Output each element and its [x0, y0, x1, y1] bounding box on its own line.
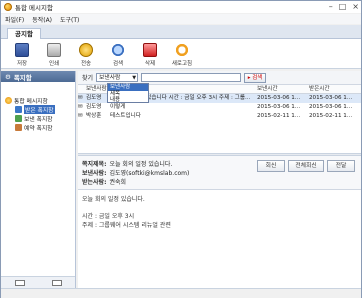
body-line: 주제 : 그룹웨어 시스템 리뉴얼 관련 — [82, 222, 171, 229]
subject-label: 쪽지제목: — [82, 161, 107, 168]
reply-button[interactable]: 회신 — [257, 160, 285, 172]
column-header-sent[interactable]: 보낸시간 — [257, 85, 309, 93]
main-pane: 찾기 보낸사람 ▼ ▸ 검색 보낸사람 제목 내용 보낸사람 제목 보낸시간 받… — [78, 71, 361, 288]
receiver-value: 권숙희 — [109, 179, 127, 186]
menu-action[interactable]: 동작(A) — [32, 15, 52, 24]
minimize-icon[interactable]: – — [329, 2, 333, 11]
column-header-received[interactable]: 받은시간 — [309, 85, 361, 93]
sender-label: 보낸사람: — [82, 170, 107, 177]
column-header-sender[interactable]: 보낸사람 — [86, 85, 108, 93]
close-icon[interactable]: × — [352, 2, 359, 11]
gear-icon: ⚙ — [5, 72, 11, 81]
sidebar-footer — [1, 276, 75, 288]
dropdown-option[interactable]: 내용 — [108, 97, 148, 104]
table-row[interactable]: ✉ 김도영 이렇게 2015-03-06 1... 2015-03-06 1..… — [78, 103, 361, 112]
tab-strip: 공지함 — [1, 25, 361, 39]
sender-value: 김도영(softki@kmslab.com) — [109, 170, 190, 177]
status-bar — [1, 288, 361, 298]
save-button[interactable]: 저장 — [9, 39, 35, 69]
view-toggle-right-icon[interactable] — [51, 279, 62, 286]
search-button[interactable]: 검색 — [105, 39, 131, 69]
tab-notice[interactable]: 공지함 — [7, 28, 41, 39]
search-field-select[interactable]: 보낸사람 ▼ — [96, 73, 139, 82]
forward-button[interactable]: 전달 — [327, 160, 355, 172]
send-icon — [79, 43, 93, 57]
search-input[interactable] — [141, 73, 242, 82]
view-toggle-left-icon[interactable] — [14, 279, 25, 286]
app-window: 통합 메시지함 – □ × 파일(F) 동작(A) 도구(T) 공지함 저장 인… — [0, 0, 362, 298]
print-icon — [47, 43, 61, 57]
refresh-icon — [175, 43, 189, 57]
toolbar: 저장 인쇄 전송 검색 삭제 새로고침 — [1, 39, 361, 69]
sidebar: ⚙ 폭지함 통합 메시지함 받은 폭지함 보낸 폭지함 예약 폭지함 — [1, 71, 76, 288]
envelope-icon: ✉ — [78, 104, 83, 110]
subject-value: 오늘 회의 일정 있습니다. — [109, 161, 173, 168]
maximize-icon[interactable]: □ — [339, 2, 347, 11]
menu-bar: 파일(F) 동작(A) 도구(T) — [1, 14, 361, 24]
receiver-label: 받는사람: — [82, 179, 107, 186]
save-icon — [15, 43, 29, 57]
table-row[interactable]: ✉ 박상훈 테스트입니다 2015-02-11 1... 2015-02-11 … — [78, 112, 361, 121]
search-icon — [111, 43, 125, 57]
title-bar: 통합 메시지함 – □ × — [1, 1, 361, 13]
body-line: 오늘 회의 일정 있습니다. — [82, 196, 145, 203]
message-actions: 회신 전체회신 전달 — [257, 160, 355, 172]
message-header: 쪽지제목: 오늘 회의 일정 있습니다. 보낸사람: 김도영(softki@km… — [78, 156, 361, 190]
chevron-down-icon: ▼ — [132, 75, 137, 81]
mailbox-icon — [5, 97, 12, 104]
delete-button[interactable]: 삭제 — [137, 39, 163, 69]
app-logo-icon — [4, 3, 12, 11]
tree-item-inbox[interactable]: 받은 폭지함 — [5, 105, 75, 114]
sent-icon — [15, 115, 22, 122]
print-button[interactable]: 인쇄 — [41, 39, 67, 69]
menu-tools[interactable]: 도구(T) — [60, 15, 79, 24]
envelope-icon: ✉ — [78, 95, 83, 101]
refresh-button[interactable]: 새로고침 — [169, 39, 195, 69]
search-label: 찾기 — [82, 75, 94, 82]
message-body: 오늘 회의 일정 있습니다. 시간 : 금일 오후 3시 주제 : 그룹웨어 시… — [82, 195, 352, 230]
search-submit-button[interactable]: ▸ 검색 — [244, 72, 267, 83]
window-title: 통합 메시지함 — [15, 4, 53, 12]
window-controls: – □ × — [329, 2, 359, 11]
envelope-icon: ✉ — [78, 113, 83, 119]
sidebar-title: 폭지함 — [13, 73, 32, 82]
send-button[interactable]: 전송 — [73, 39, 99, 69]
body-line: 시간 : 금일 오후 3시 — [82, 213, 135, 220]
menu-file[interactable]: 파일(F) — [5, 15, 24, 24]
inbox-icon — [15, 106, 22, 113]
sidebar-header: ⚙ 폭지함 — [1, 71, 75, 82]
reserved-icon — [15, 124, 22, 131]
delete-icon — [143, 43, 157, 57]
tree-item-sent[interactable]: 보낸 폭지함 — [5, 114, 75, 123]
reply-all-button[interactable]: 전체회신 — [288, 160, 324, 172]
search-field-dropdown: 보낸사람 제목 내용 — [107, 83, 149, 103]
tree-root[interactable]: 통합 메시지함 — [5, 96, 75, 105]
tree-item-reserved[interactable]: 예약 폭지함 — [5, 123, 75, 132]
folder-tree: 통합 메시지함 받은 폭지함 보낸 폭지함 예약 폭지함 — [1, 82, 75, 132]
